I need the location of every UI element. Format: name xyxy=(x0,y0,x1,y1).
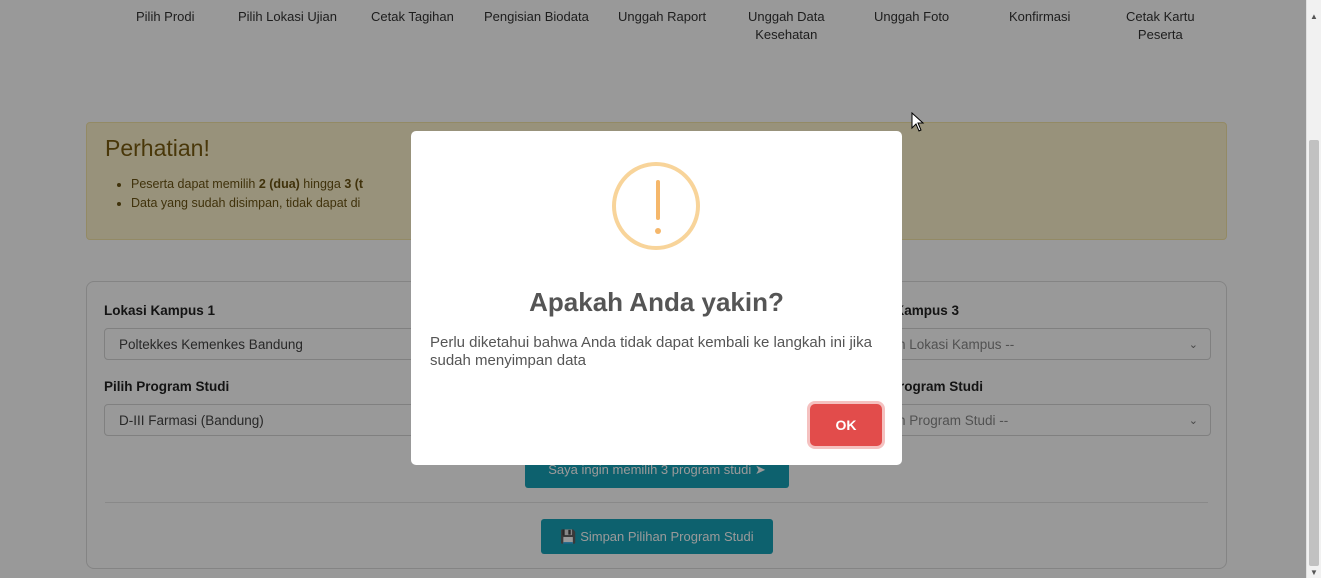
dialog-message: Perlu diketahui bahwa Anda tidak dapat k… xyxy=(430,334,872,369)
warning-icon xyxy=(612,162,700,250)
confirm-dialog: Apakah Anda yakin? Perlu diketahui bahwa… xyxy=(411,131,902,465)
scroll-down-icon[interactable]: ▼ xyxy=(1310,568,1318,577)
page-scrollbar[interactable]: ▲ ▼ xyxy=(1306,0,1321,578)
scroll-up-icon[interactable]: ▲ xyxy=(1310,12,1318,21)
scrollbar-thumb[interactable] xyxy=(1309,140,1319,566)
mouse-cursor-icon xyxy=(911,112,925,132)
ok-button[interactable]: OK xyxy=(810,404,882,446)
dialog-title: Apakah Anda yakin? xyxy=(529,287,784,317)
